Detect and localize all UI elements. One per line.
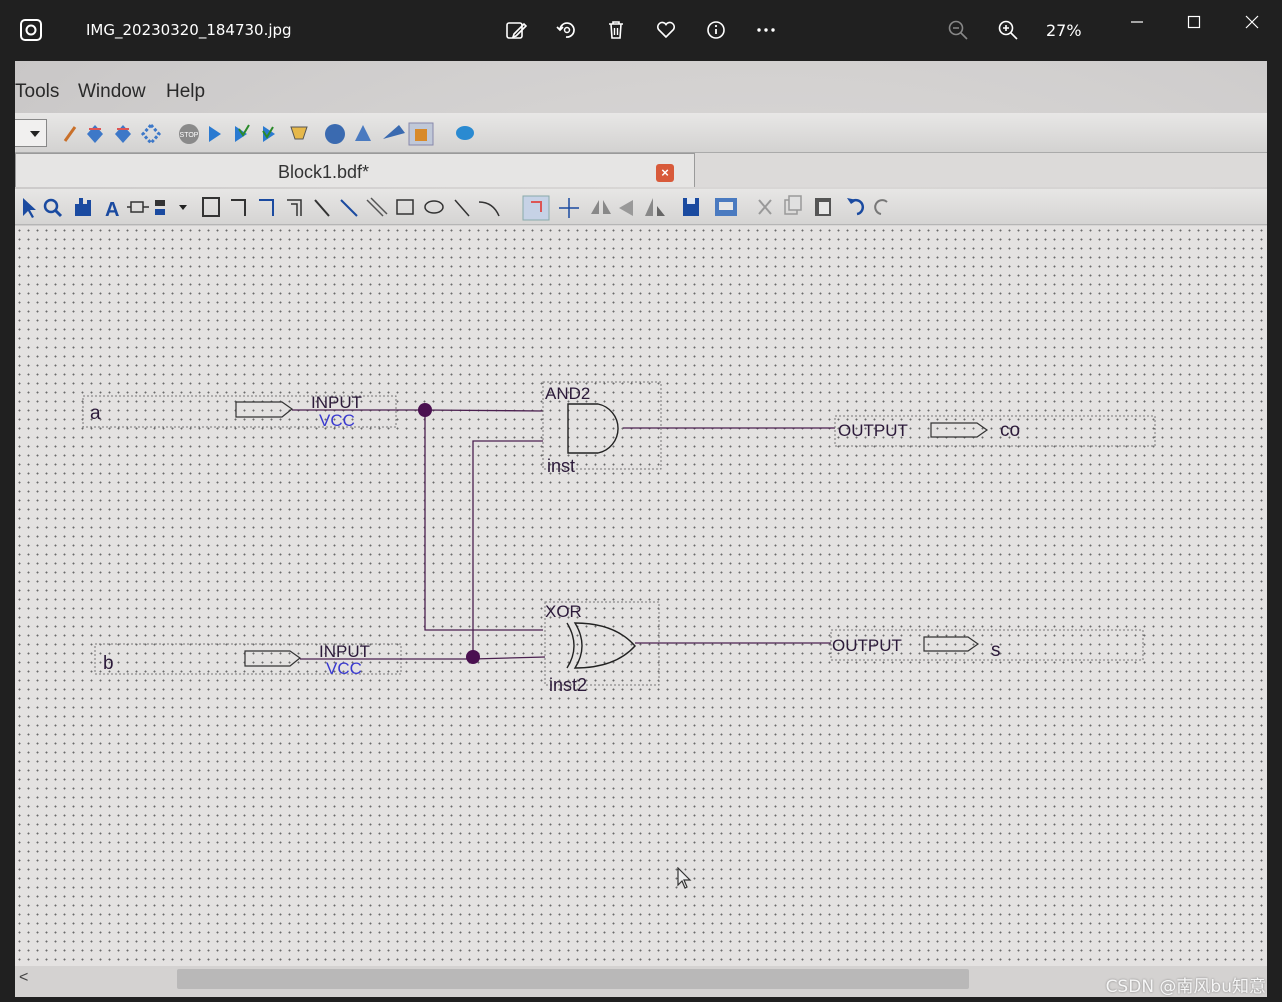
junction-b — [466, 650, 480, 664]
zoom-out-icon[interactable] — [944, 16, 972, 44]
input-a-pin-icon — [235, 401, 294, 418]
output-co-name: co — [1000, 420, 1020, 441]
mouse-cursor-icon — [677, 867, 692, 889]
schematic-drawing: a INPUT VCC b INPUT VCC AND2 inst XOR in… — [82, 381, 1156, 695]
svg-text:STOP: STOP — [180, 132, 199, 139]
output-s-pin-icon — [923, 636, 980, 652]
schematic-wires — [292, 409, 835, 660]
delete-icon[interactable] — [602, 16, 630, 44]
captured-tab-block1: Block1.bdf* × — [15, 153, 695, 187]
close-button[interactable] — [1232, 10, 1272, 34]
output-co-type: OUTPUT — [838, 421, 908, 440]
xor-gate-type: XOR — [545, 602, 582, 621]
captured-main-toolbar: STOP — [15, 113, 1267, 153]
file-name: IMG_20230320_184730.jpg — [86, 21, 292, 39]
and-gate-type: AND2 — [545, 384, 590, 403]
output-s-name: s — [991, 640, 1001, 661]
menu-tools: Tools — [15, 81, 60, 102]
input-b-name: b — [103, 653, 114, 674]
more-icon[interactable] — [752, 16, 780, 44]
photo-image: Tools Window Help STOP Block1.bdf* × A a… — [15, 61, 1267, 997]
menu-help: Help — [166, 81, 206, 102]
zoom-in-icon[interactable] — [994, 16, 1022, 44]
captured-block-editor-toolbar: A — [15, 189, 1267, 225]
xor-gate-symbol — [573, 622, 636, 669]
input-b-default: VCC — [326, 659, 362, 678]
zoom-level-readout[interactable]: 27% — [1046, 21, 1082, 40]
edit-image-icon[interactable] — [502, 16, 530, 44]
info-icon[interactable] — [702, 16, 730, 44]
junction-a — [418, 403, 432, 417]
captured-tabbar: Block1.bdf* × — [15, 153, 1267, 187]
favorite-icon[interactable] — [652, 16, 680, 44]
viewer-frame-left — [0, 61, 15, 1002]
photos-app-icon — [20, 19, 42, 41]
captured-toolbar-icons: STOP — [63, 122, 474, 146]
svg-text:A: A — [105, 199, 119, 221]
captured-horizontal-scrollbar: < — [15, 966, 1267, 997]
captured-menubar: Tools Window Help — [15, 75, 1267, 109]
input-a-name: a — [90, 403, 101, 424]
captured-tab-title: Block1.bdf* — [278, 162, 370, 182]
input-a-type: INPUT — [311, 393, 362, 412]
and-gate-symbol — [567, 403, 619, 454]
viewer-frame-right — [1267, 61, 1282, 1002]
xor-gate-instance: inst2 — [549, 675, 587, 695]
scroll-left-arrow-icon: < — [19, 969, 29, 986]
menu-window: Window — [78, 81, 146, 102]
csdn-watermark: CSDN @南风bu知意 — [1105, 977, 1266, 997]
maximize-button[interactable] — [1174, 10, 1214, 34]
captured-scroll-thumb — [177, 969, 969, 989]
captured-combo-box — [15, 119, 47, 147]
rotate-icon[interactable] — [552, 16, 580, 44]
input-b-pin-icon — [244, 650, 302, 667]
captured-editor-tool-icons: A — [23, 195, 888, 221]
output-co-pin-icon — [930, 422, 989, 438]
input-a-default: VCC — [319, 411, 355, 430]
output-s-type: OUTPUT — [832, 636, 902, 655]
viewer-frame-bottom — [0, 997, 1282, 1002]
schematic-canvas[interactable]: a INPUT VCC b INPUT VCC AND2 inst XOR in… — [15, 226, 1267, 966]
and-gate-instance: inst — [547, 456, 575, 476]
minimize-button[interactable] — [1117, 10, 1157, 34]
viewer-titlebar: IMG_20230320_184730.jpg 27% — [0, 0, 1282, 61]
captured-tab-close-icon: × — [656, 164, 674, 182]
